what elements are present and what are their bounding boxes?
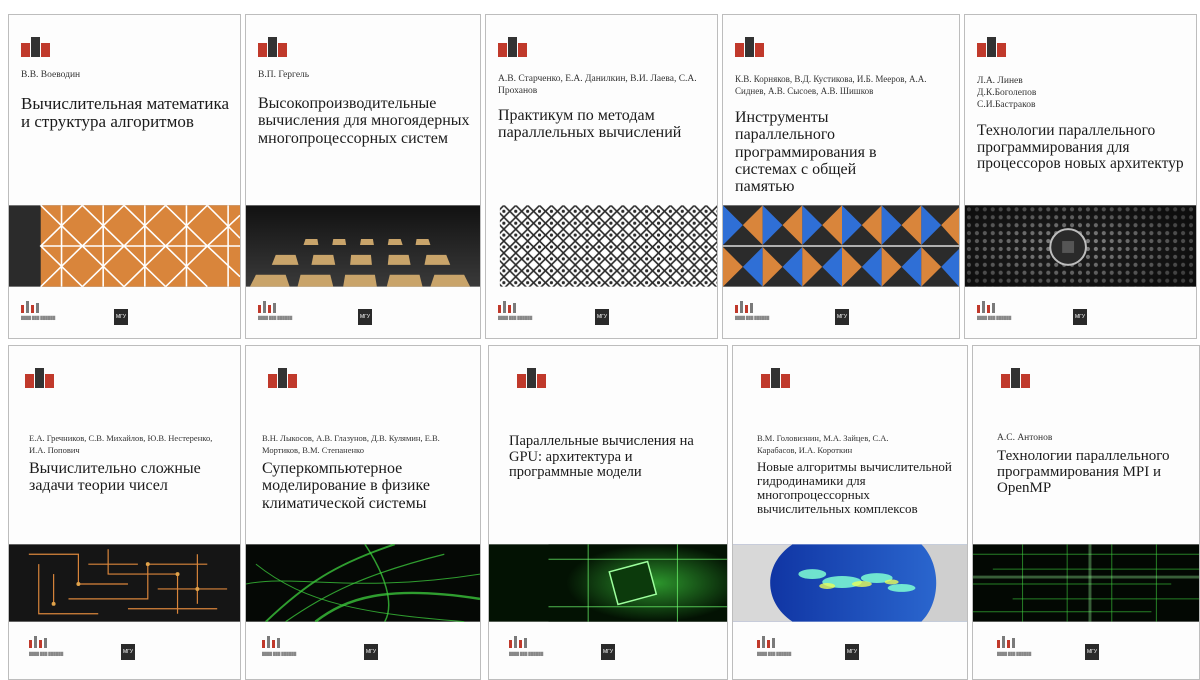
university-logo-icon [509, 636, 535, 648]
book-cover-4[interactable]: К.В. Корняков, В.Д. Кустикова, И.Б. Меер… [722, 14, 960, 339]
footer-caption-graphic: ████ ███ ██████ [509, 652, 544, 656]
university-logo-icon [977, 301, 1003, 313]
university-logo-icon [498, 301, 524, 313]
footer-caption-graphic: ████ ███ ██████ [757, 652, 792, 656]
series-logo-icon [258, 29, 332, 57]
series-logo-icon [517, 360, 591, 388]
book-authors: А.В. Старченко, Е.А. Данилкин, В.И. Лаев… [498, 74, 697, 96]
book-authors: В.П. Гергель [258, 70, 310, 80]
cover-pattern-triangles [723, 205, 959, 287]
cover-pattern-chips [246, 205, 480, 287]
publisher-logo: МГУ [835, 309, 849, 325]
publisher-logo: МГУ [595, 309, 609, 325]
book-cover-grid: В.В. Воеводин Вычислительная математика … [0, 0, 1200, 680]
book-cover-9[interactable]: В.М. Головизнин, М.А. Зайцев, С.А. Караб… [732, 345, 968, 680]
series-logo-icon [761, 360, 835, 388]
book-title: Технологии параллельного программировани… [997, 448, 1170, 497]
university-logo-icon [29, 636, 55, 648]
series-logo-icon [498, 29, 572, 57]
book-title: Технологии параллельного программировани… [977, 122, 1184, 173]
book-authors: А.С. Антонов [997, 433, 1053, 443]
book-title: Вычислительно сложные задачи теории чисе… [29, 460, 201, 495]
book-cover-10[interactable]: А.С. Антонов Технологии параллельного пр… [972, 345, 1200, 680]
cover-pattern-green-lines [973, 544, 1199, 622]
book-title: Вычислительная математика и структура ал… [21, 94, 230, 132]
series-logo-icon [735, 29, 809, 57]
university-logo-icon [258, 301, 284, 313]
footer-caption-graphic: ████ ███ ██████ [258, 316, 293, 320]
university-logo-icon [735, 301, 761, 313]
university-logo-icon [757, 636, 783, 648]
book-authors: Е.А. Гречников, С.В. Михайлов, Ю.В. Нест… [29, 433, 213, 455]
footer-caption-graphic: ████ ███ ██████ [21, 316, 56, 320]
book-title: Высокопроизводительные вычисления для мн… [258, 95, 470, 147]
cover-pattern-green-chip [489, 544, 727, 622]
series-logo-icon [21, 29, 95, 57]
book-authors: Л.А. Линев Д.К.Боголепов С.И.Бастраков [977, 76, 1037, 110]
cover-pattern-blue-flow [733, 544, 967, 622]
footer-caption-graphic: ████ ███ ██████ [735, 316, 770, 320]
publisher-logo: МГУ [1085, 644, 1099, 660]
cover-pattern-lattice-bw [499, 205, 717, 287]
book-title: Практикум по методам параллельных вычисл… [498, 107, 682, 142]
book-authors: В.М. Головизнин, М.А. Зайцев, С.А. Караб… [757, 433, 889, 455]
publisher-logo: МГУ [364, 644, 378, 660]
series-logo-icon [268, 360, 342, 388]
book-title: Инструменты параллельного программирован… [735, 109, 877, 196]
publisher-logo: МГУ [358, 309, 372, 325]
cover-pattern-circuit [9, 544, 240, 622]
publisher-logo: МГУ [845, 644, 859, 660]
footer-caption-graphic: ████ ███ ██████ [997, 652, 1032, 656]
publisher-logo: МГУ [601, 644, 615, 660]
book-title: Параллельные вычисления на GPU: архитект… [509, 433, 694, 481]
book-cover-7[interactable]: В.Н. Лыкосов, А.В. Глазунов, Д.В. Кулями… [245, 345, 481, 680]
book-cover-2[interactable]: В.П. Гергель Высокопроизводительные вычи… [245, 14, 481, 339]
cover-pattern-green-waves [246, 544, 480, 622]
footer-caption-graphic: ████ ███ ██████ [262, 652, 297, 656]
book-authors: К.В. Корняков, В.Д. Кустикова, И.Б. Меер… [735, 74, 927, 96]
cover-pattern-metal-dots [965, 205, 1196, 287]
book-authors: В.Н. Лыкосов, А.В. Глазунов, Д.В. Кулями… [262, 433, 440, 455]
book-authors: В.В. Воеводин [21, 70, 81, 80]
university-logo-icon [262, 636, 288, 648]
book-cover-6[interactable]: Е.А. Гречников, С.В. Михайлов, Ю.В. Нест… [8, 345, 241, 680]
book-cover-3[interactable]: А.В. Старченко, Е.А. Данилкин, В.И. Лаев… [485, 14, 718, 339]
publisher-logo: МГУ [1073, 309, 1087, 325]
book-cover-5[interactable]: Л.А. Линев Д.К.Боголепов С.И.Бастраков Т… [964, 14, 1197, 339]
publisher-logo: МГУ [121, 644, 135, 660]
series-logo-icon [977, 29, 1051, 57]
footer-caption-graphic: ████ ███ ██████ [498, 316, 533, 320]
footer-caption-graphic: ████ ███ ██████ [29, 652, 64, 656]
university-logo-icon [21, 301, 47, 313]
publisher-logo: МГУ [114, 309, 128, 325]
university-logo-icon [997, 636, 1023, 648]
cover-pattern-lattice-orange [9, 205, 240, 287]
series-logo-icon [25, 360, 99, 388]
book-cover-8[interactable]: Параллельные вычисления на GPU: архитект… [488, 345, 728, 680]
book-title: Новые алгоритмы вычислительной гидродина… [757, 459, 952, 517]
book-cover-1[interactable]: В.В. Воеводин Вычислительная математика … [8, 14, 241, 339]
book-title: Суперкомпьютерное моделирование в физике… [262, 460, 430, 512]
series-logo-icon [1001, 360, 1075, 388]
footer-caption-graphic: ████ ███ ██████ [977, 316, 1012, 320]
